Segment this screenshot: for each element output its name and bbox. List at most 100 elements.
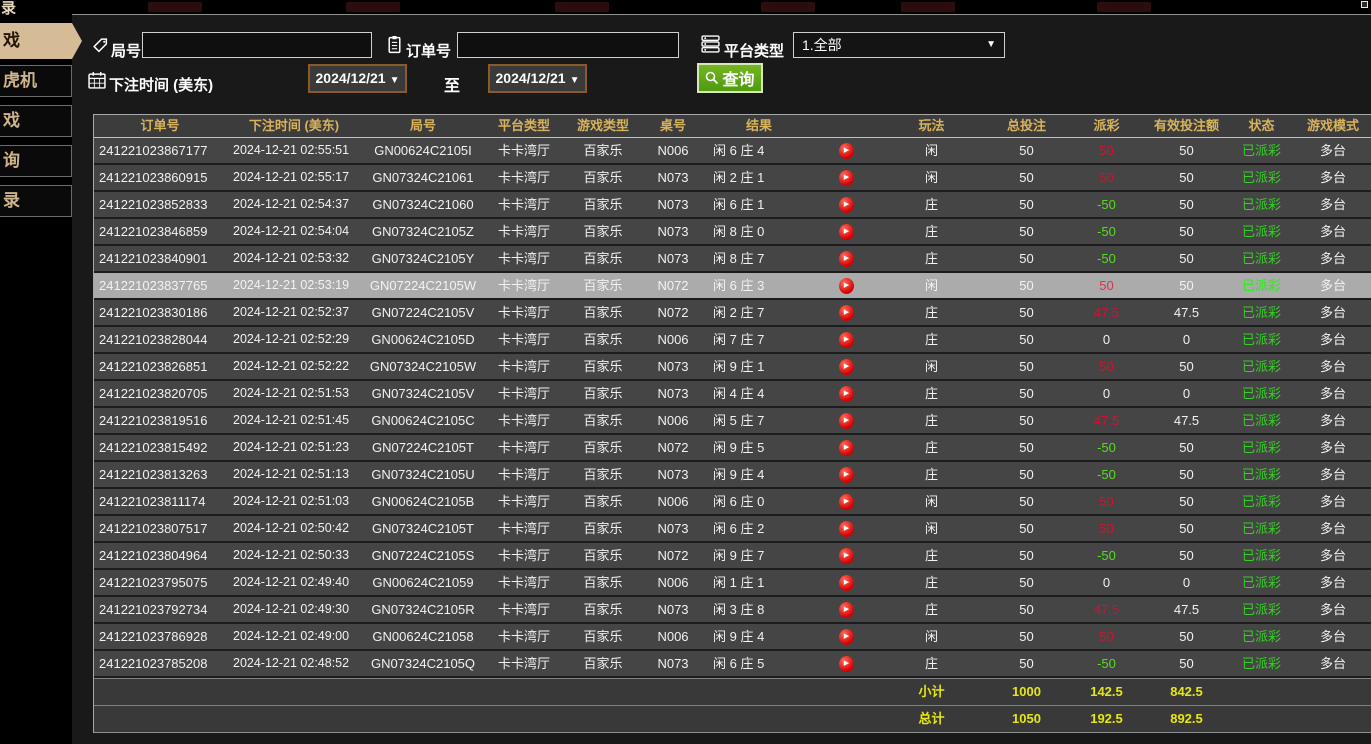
table-row[interactable]: 2412210238468592024-12-21 02:54:04GN0732… xyxy=(94,219,1371,246)
table-row[interactable]: 2412210238195162024-12-21 02:51:45GN0062… xyxy=(94,408,1371,435)
cell: 多台 xyxy=(1294,327,1371,352)
cell: 50 xyxy=(1144,354,1229,379)
play-video-button[interactable]: ▶ xyxy=(839,413,854,429)
summary-row: 小计1000142.5842.5 xyxy=(94,678,1371,705)
cell: 241221023826851 xyxy=(94,354,226,379)
cell: 241221023837765 xyxy=(94,273,226,298)
cell xyxy=(484,706,564,732)
play-video-button[interactable]: ▶ xyxy=(839,197,854,213)
cell: 多台 xyxy=(1294,651,1371,676)
play-video-button[interactable]: ▶ xyxy=(839,629,854,645)
restore-icon[interactable] xyxy=(1361,1,1368,8)
table-row[interactable]: 2412210238409012024-12-21 02:53:32GN0732… xyxy=(94,246,1371,273)
cell: GN00624C2105D xyxy=(362,327,484,352)
cell: ▶ xyxy=(814,381,879,406)
search-button[interactable]: 查询 xyxy=(697,63,763,93)
cell: GN07324C2105T xyxy=(362,516,484,541)
play-video-button[interactable]: ▶ xyxy=(839,278,854,294)
cell: 241221023867177 xyxy=(94,138,226,163)
cell: 庄 xyxy=(879,543,984,568)
column-header: 派彩 xyxy=(1069,115,1144,137)
table-row[interactable]: 2412210237950752024-12-21 02:49:40GN0062… xyxy=(94,570,1371,597)
platform-type-select[interactable]: 1.全部 ▼ xyxy=(793,32,1005,58)
table-row[interactable]: 2412210238528332024-12-21 02:54:37GN0732… xyxy=(94,192,1371,219)
play-video-button[interactable]: ▶ xyxy=(839,143,854,159)
cell: 闲 xyxy=(879,273,984,298)
cell: N006 xyxy=(642,624,704,649)
cell: 卡卡湾厅 xyxy=(484,327,564,352)
cell xyxy=(226,706,362,732)
cell: N073 xyxy=(642,381,704,406)
cell: 2024-12-21 02:53:32 xyxy=(226,246,362,271)
cell: 庄 xyxy=(879,435,984,460)
sidebar-item[interactable]: 戏 xyxy=(0,105,72,137)
table-row[interactable]: 2412210238280442024-12-21 02:52:29GN0062… xyxy=(94,327,1371,354)
play-video-button[interactable]: ▶ xyxy=(839,656,854,672)
table-row[interactable]: 2412210238301862024-12-21 02:52:37GN0722… xyxy=(94,300,1371,327)
table-row[interactable]: 2412210238268512024-12-21 02:52:22GN0732… xyxy=(94,354,1371,381)
table-row[interactable]: 2412210238154922024-12-21 02:51:23GN0722… xyxy=(94,435,1371,462)
table-row[interactable]: 2412210238671772024-12-21 02:55:51GN0062… xyxy=(94,138,1371,165)
sidebar-item[interactable]: 询 xyxy=(0,145,72,177)
column-header: 有效投注额 xyxy=(1144,115,1229,137)
cell: 庄 xyxy=(879,462,984,487)
cell: N072 xyxy=(642,273,704,298)
table-row[interactable]: 2412210237869282024-12-21 02:49:00GN0062… xyxy=(94,624,1371,651)
cell: 百家乐 xyxy=(564,300,642,325)
column-header: 结果 xyxy=(704,115,814,137)
cell: 192.5 xyxy=(1069,706,1144,732)
table-row[interactable]: 2412210238075172024-12-21 02:50:42GN0732… xyxy=(94,516,1371,543)
play-video-button[interactable]: ▶ xyxy=(839,602,854,618)
play-video-button[interactable]: ▶ xyxy=(839,521,854,537)
table-row[interactable]: 2412210238049642024-12-21 02:50:33GN0722… xyxy=(94,543,1371,570)
date-from-select[interactable]: 2024/12/21▼ xyxy=(308,64,407,93)
cell: 241221023792734 xyxy=(94,597,226,622)
play-video-button[interactable]: ▶ xyxy=(839,386,854,402)
play-video-button[interactable]: ▶ xyxy=(839,305,854,321)
play-video-button[interactable]: ▶ xyxy=(839,251,854,267)
table-row[interactable]: 2412210238609152024-12-21 02:55:17GN0732… xyxy=(94,165,1371,192)
sidebar-item[interactable]: 戏 xyxy=(0,23,72,59)
cell xyxy=(94,679,226,705)
play-video-button[interactable]: ▶ xyxy=(839,575,854,591)
cell: 50 xyxy=(984,165,1069,190)
play-video-button[interactable]: ▶ xyxy=(839,170,854,186)
table-row[interactable]: 2412210237852082024-12-21 02:48:52GN0732… xyxy=(94,651,1371,678)
cell: N073 xyxy=(642,165,704,190)
play-video-button[interactable]: ▶ xyxy=(839,332,854,348)
order-no-input[interactable] xyxy=(457,32,679,58)
cell: 1000 xyxy=(984,679,1069,705)
table-row[interactable]: 2412210237927342024-12-21 02:49:30GN0732… xyxy=(94,597,1371,624)
cell xyxy=(642,679,704,705)
date-to-select[interactable]: 2024/12/21▼ xyxy=(488,64,587,93)
records-panel: 局号 订单号 平台类型 1.全部 ▼ 下注时间 (美东) 2024/12/21▼… xyxy=(72,14,1371,744)
cell: N072 xyxy=(642,300,704,325)
play-video-button[interactable]: ▶ xyxy=(839,440,854,456)
play-video-button[interactable]: ▶ xyxy=(839,359,854,375)
round-no-input[interactable] xyxy=(142,32,372,58)
cell: 庄 xyxy=(879,408,984,433)
table-row[interactable]: 2412210238111742024-12-21 02:51:03GN0062… xyxy=(94,489,1371,516)
cell xyxy=(362,679,484,705)
cell: GN07324C2105Q xyxy=(362,651,484,676)
cell: 庄 xyxy=(879,327,984,352)
table-row[interactable]: 2412210238207052024-12-21 02:51:53GN0732… xyxy=(94,381,1371,408)
column-header: 局号 xyxy=(362,115,484,137)
cell: 50 xyxy=(984,651,1069,676)
cell xyxy=(484,679,564,705)
table-row[interactable]: 2412210238377652024-12-21 02:53:19GN0722… xyxy=(94,273,1371,300)
cell: 百家乐 xyxy=(564,435,642,460)
cell: 142.5 xyxy=(1069,679,1144,705)
sidebar-item[interactable]: 虎机 xyxy=(0,65,72,97)
cell: 已派彩 xyxy=(1229,246,1294,271)
table-row[interactable]: 2412210238132632024-12-21 02:51:13GN0732… xyxy=(94,462,1371,489)
play-video-button[interactable]: ▶ xyxy=(839,494,854,510)
play-video-button[interactable]: ▶ xyxy=(839,548,854,564)
cell: 50 xyxy=(984,543,1069,568)
play-video-button[interactable]: ▶ xyxy=(839,224,854,240)
cell: 闲 2 庄 1 xyxy=(704,165,814,190)
play-video-button[interactable]: ▶ xyxy=(839,467,854,483)
cell: 百家乐 xyxy=(564,327,642,352)
sidebar-item[interactable]: 录 xyxy=(0,185,72,217)
cell: 庄 xyxy=(879,219,984,244)
